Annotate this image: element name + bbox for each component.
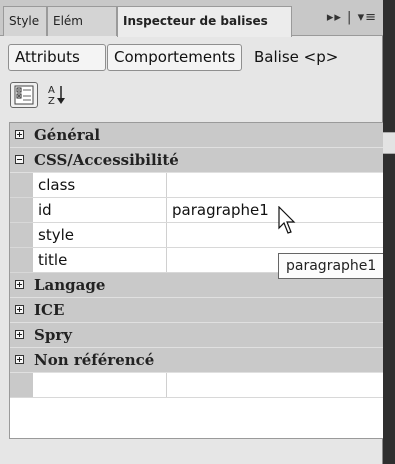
expand-icon[interactable] [15,280,24,289]
category-label: Général [34,126,101,144]
behaviors-button[interactable]: Comportements [107,44,242,71]
panel-tab-bar: Style Elém Inspecteur de balises ▸▸ | ▾≡ [0,0,383,37]
inspector-mode-bar: Attributs Comportements Balise <p> [0,36,383,76]
expand-icon[interactable] [15,130,24,139]
category-label: Spry [34,326,72,344]
collapse-icon[interactable] [15,155,24,164]
tag-inspector-panel: Style Elém Inspecteur de balises ▸▸ | ▾≡… [0,0,388,464]
tab-tag-inspector[interactable]: Inspecteur de balises [117,6,292,37]
category-css-accessibility[interactable]: CSS/Accessibilité [10,148,383,173]
property-name: class [38,173,167,197]
category-spry[interactable]: Spry [10,323,383,348]
property-name: style [38,223,167,247]
category-label: ICE [34,301,65,319]
category-label: CSS/Accessibilité [34,151,179,169]
category-label: Langage [34,276,106,294]
row-gutter [10,173,33,197]
category-view-icon[interactable] [10,82,38,108]
row-gutter [10,373,33,397]
view-toolbar: A Z [0,78,383,118]
attribute-property-grid: Général CSS/Accessibilité class id parag… [9,122,383,439]
property-row-id[interactable]: id paragraphe1 [10,198,383,223]
category-general[interactable]: Général [10,123,383,148]
panel-resize-notch [383,132,395,154]
expand-icon[interactable] [15,355,24,364]
grid-empty-area [10,398,383,438]
svg-text:A: A [48,85,55,96]
category-label: Non référencé [34,351,155,369]
row-gutter [10,198,33,222]
tab-style[interactable]: Style [3,6,47,36]
property-name[interactable] [38,373,167,397]
category-unreferenced[interactable]: Non référencé [10,348,383,373]
mouse-cursor-icon [278,206,296,234]
current-tag-label: Balise <p> [254,48,339,66]
property-row-style[interactable]: style [10,223,383,248]
row-gutter [10,248,33,272]
panel-options-menu-icon[interactable]: ▸▸ | ▾≡ [327,10,377,25]
expand-icon[interactable] [15,305,24,314]
tab-elements[interactable]: Elém [47,6,117,36]
value-tooltip: paragraphe1 [278,253,388,279]
property-value-field[interactable]: paragraphe1 [172,198,269,223]
sort-az-icon[interactable]: A Z [46,82,74,108]
attributes-button[interactable]: Attributs [8,44,106,71]
category-ice[interactable]: ICE [10,298,383,323]
property-row-class[interactable]: class [10,173,383,198]
property-name: title [38,248,167,272]
property-name: id [38,198,167,222]
row-gutter [10,223,33,247]
expand-icon[interactable] [15,330,24,339]
property-row-empty[interactable] [10,373,383,398]
document-window-edge [383,0,395,464]
svg-text:Z: Z [48,96,55,107]
